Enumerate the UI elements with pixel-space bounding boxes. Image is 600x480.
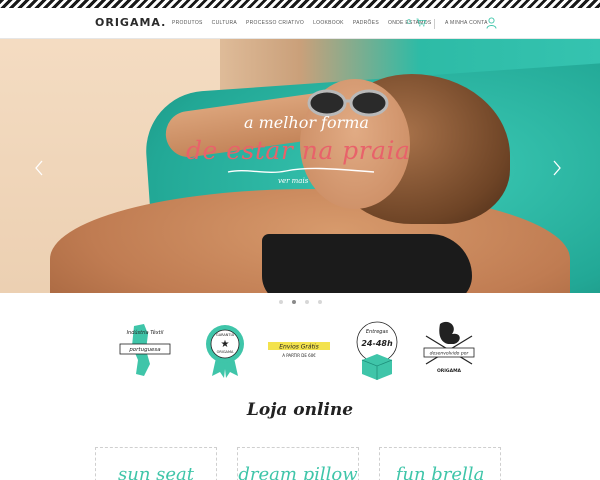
badge-industria-textil-icon: Indústria Têxtil portuguesa [119, 324, 171, 376]
badge-entregas-icon: Entregas 24-48h [356, 321, 398, 380]
nav-item-padroes[interactable]: PADRÕES [353, 20, 379, 26]
hero-headline-line2: de estar na praia [186, 136, 411, 165]
carousel-dot-3[interactable] [305, 300, 309, 304]
badge-1-line2: portuguesa [128, 347, 161, 353]
main-nav: PRODUTOS CULTURA PROCESSO CRIATIVO LOOKB… [172, 20, 432, 26]
product-cards: sun seat dream pillow fun brella [95, 447, 505, 480]
hero-text-block: a melhor forma de estar na praia ver mai… [0, 39, 600, 293]
cart-area[interactable]: 0 [407, 18, 426, 27]
badge-4-line1: Entregas [366, 329, 389, 335]
hero-cta-link[interactable]: ver mais [278, 177, 308, 185]
badge-5-line2: ORIGAMA [437, 368, 462, 374]
badge-2-line2: ORIGAMA [217, 350, 234, 354]
product-card-dream-pillow[interactable]: dream pillow [237, 447, 359, 480]
account-link[interactable]: A MINHA CONTA [445, 20, 488, 26]
trust-badges: Indústria Têxtil portuguesa GARANTIA ★ O… [114, 320, 484, 380]
cart-icon[interactable] [416, 18, 426, 27]
carousel-dot-4[interactable] [318, 300, 322, 304]
hero-banner[interactable]: a melhor forma de estar na praia ver mai… [0, 39, 600, 293]
badge-4-line2: 24-48h [361, 339, 393, 348]
carousel-dot-1[interactable] [279, 300, 283, 304]
product-card-title: sun seat [118, 464, 194, 480]
user-icon[interactable] [486, 17, 497, 29]
nav-item-produtos[interactable]: PRODUTOS [172, 20, 203, 26]
carousel-prev-icon[interactable] [33, 159, 45, 177]
carousel-dot-2[interactable] [292, 300, 296, 304]
header-separator [434, 19, 435, 29]
shop-section-title: Loja online [246, 400, 354, 420]
product-card-sun-seat[interactable]: sun seat [95, 447, 217, 480]
badge-5-line1: desenvolvido por [430, 351, 470, 357]
badge-3-line2: A PARTIR DE 60€ [282, 353, 316, 358]
nav-item-cultura[interactable]: CULTURA [212, 20, 237, 26]
carousel-next-icon[interactable] [551, 159, 563, 177]
badge-2-line1: GARANTIA [216, 333, 235, 337]
svg-text:★: ★ [221, 339, 230, 350]
product-card-title: fun brella [395, 464, 485, 480]
badge-garantia-icon: GARANTIA ★ ORIGAMA [206, 325, 244, 378]
hero-headline-line1: a melhor forma [244, 113, 369, 132]
badge-desenvolvido-icon: desenvolvido por ORIGAMA [423, 321, 475, 374]
hero-underline-squiggle [227, 167, 375, 173]
site-header: ORIGAMA. PRODUTOS CULTURA PROCESSO CRIAT… [0, 8, 600, 39]
nav-item-processo-criativo[interactable]: PROCESSO CRIATIVO [246, 20, 304, 26]
cart-count: 0 [407, 19, 411, 26]
site-logo[interactable]: ORIGAMA. [95, 16, 166, 29]
product-card-title: dream pillow [238, 464, 358, 480]
badge-envios-gratis-icon: Envios Grátis A PARTIR DE 60€ [268, 342, 330, 358]
badge-3-line1: Envios Grátis [279, 344, 318, 351]
product-card-fun-brella[interactable]: fun brella [379, 447, 501, 480]
badge-1-line1: Indústria Têxtil [127, 329, 164, 336]
carousel-dots [279, 300, 322, 304]
nav-item-lookbook[interactable]: LOOKBOOK [313, 20, 344, 26]
top-pattern-band [0, 0, 600, 8]
